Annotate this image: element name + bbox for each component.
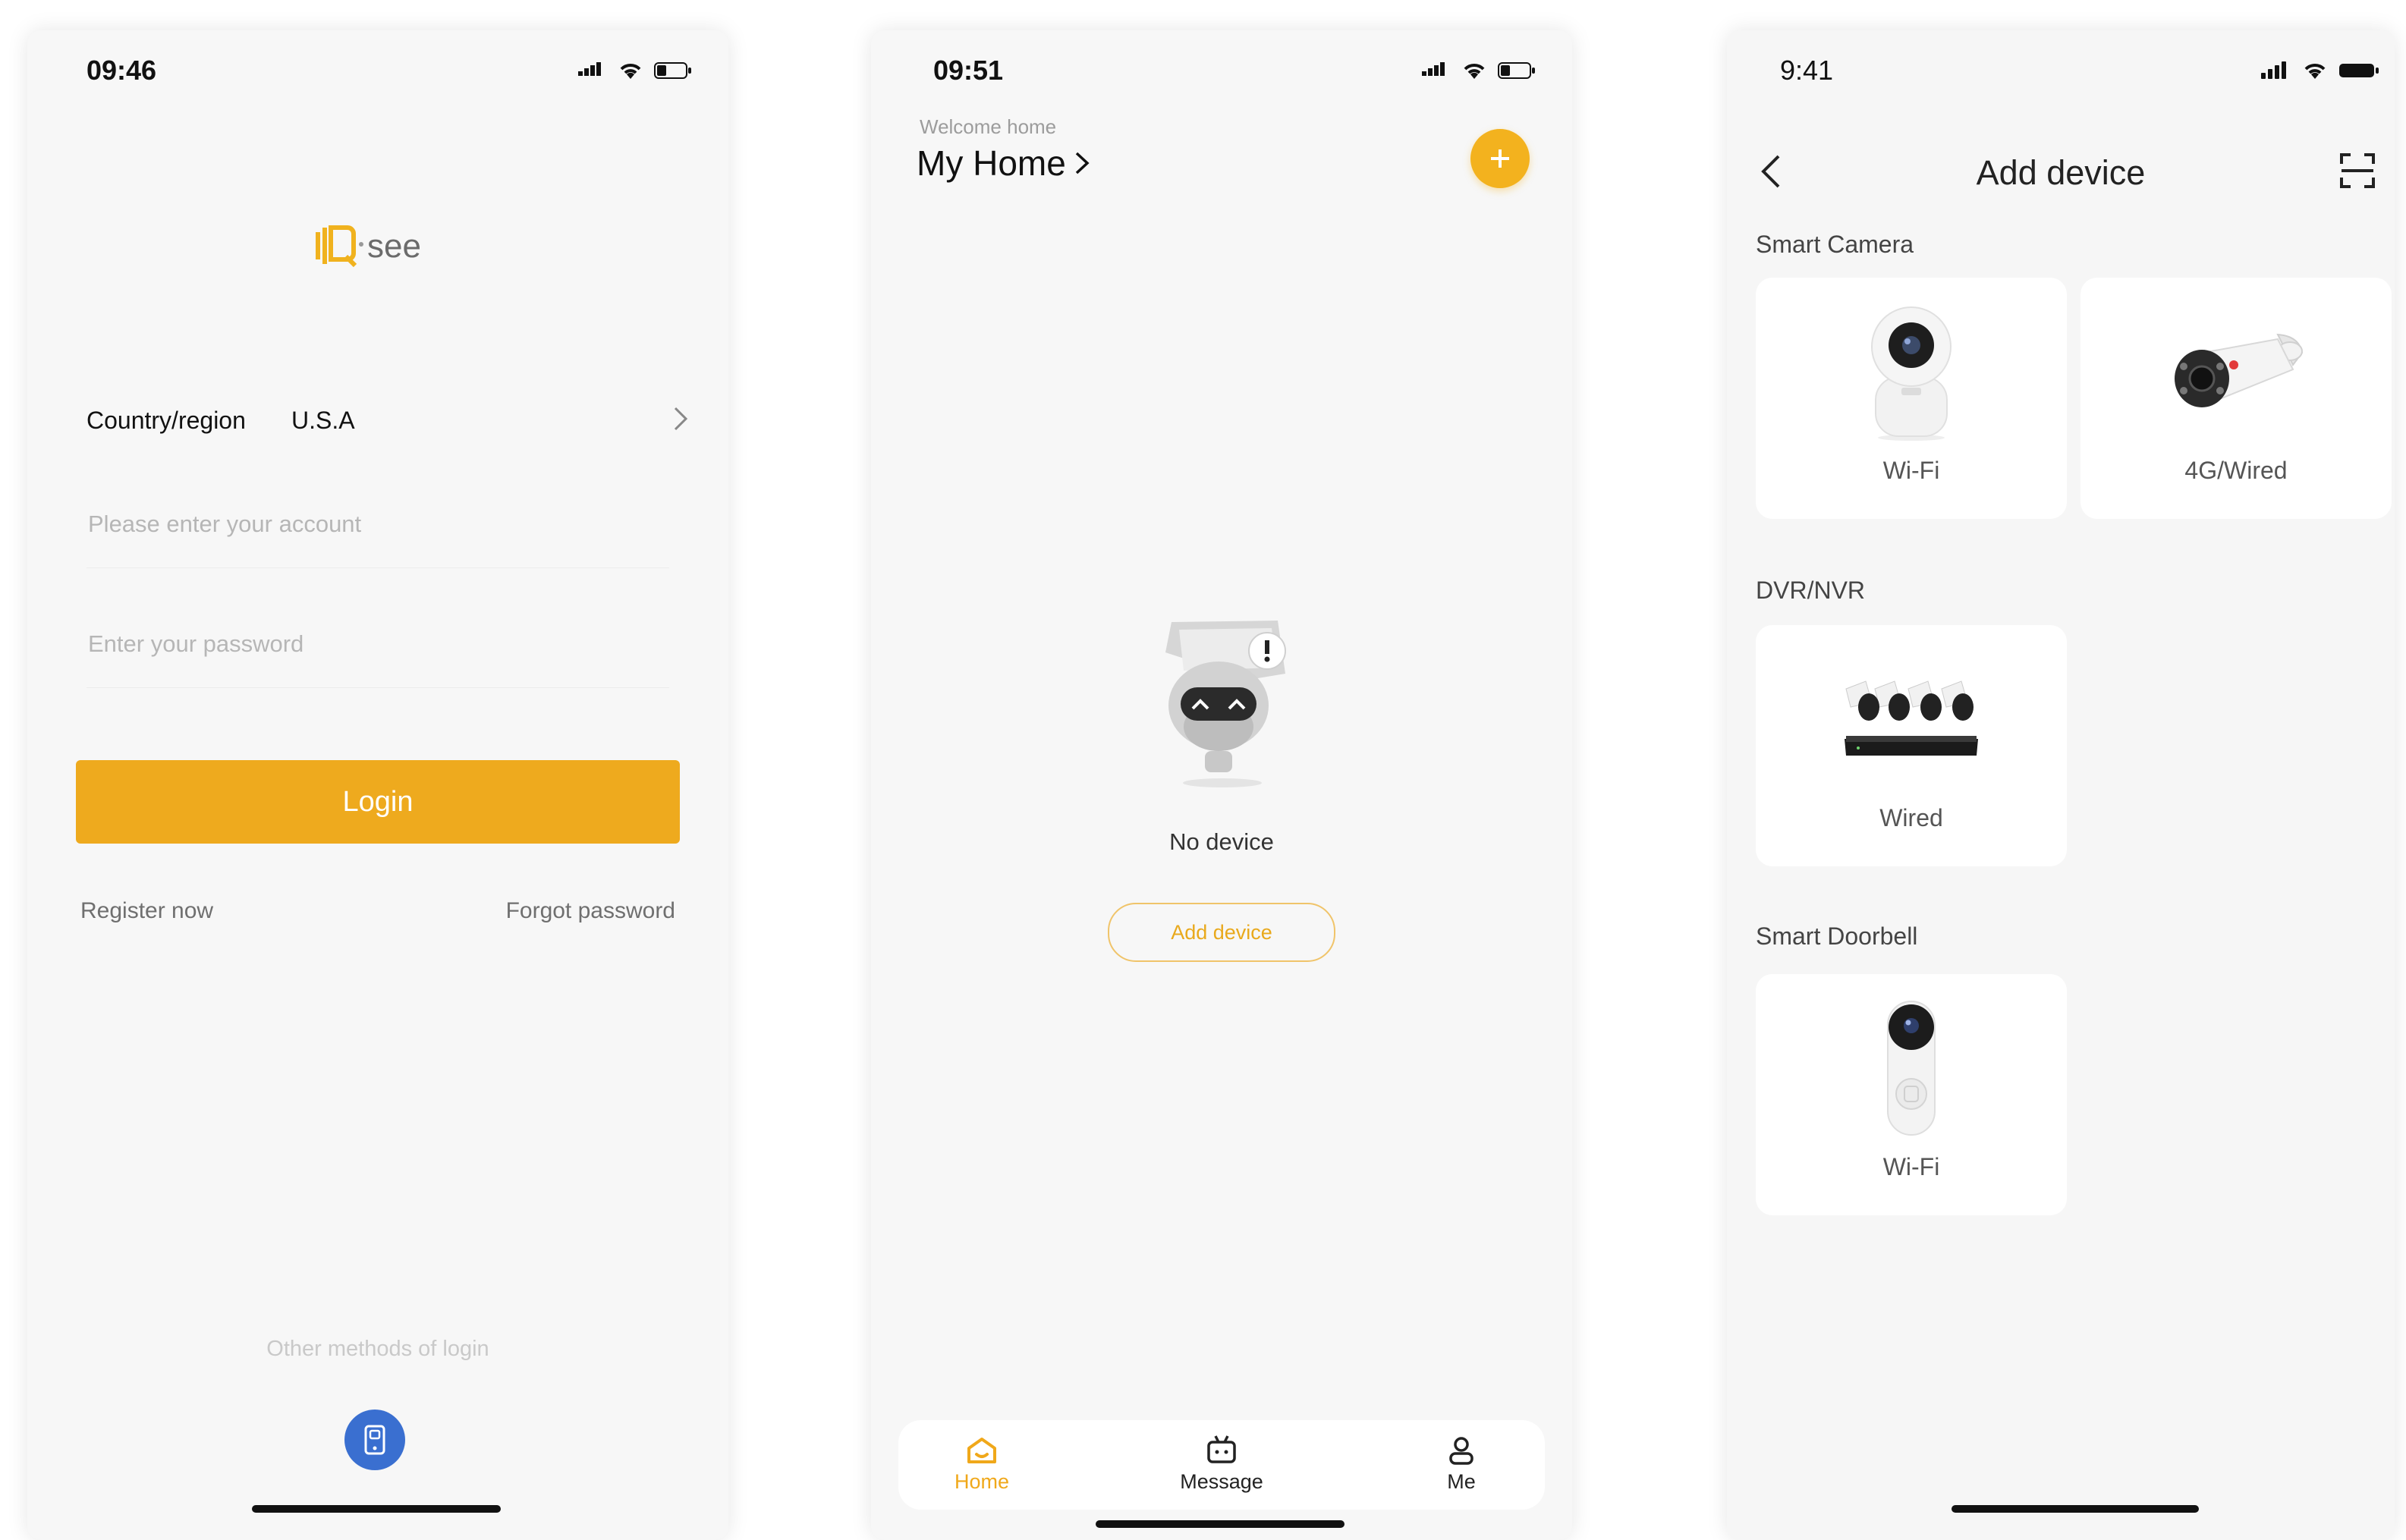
home-screen: 09:51 Welcome home My Home No device Add… (871, 30, 1572, 1540)
password-field (86, 611, 672, 688)
scan-icon[interactable] (2338, 152, 2376, 190)
device-card-wifi-camera[interactable]: Wi-Fi (1756, 278, 2067, 519)
tab-message-label: Message (1180, 1470, 1263, 1493)
alternate-login-button[interactable] (344, 1410, 405, 1470)
section-title-smart-doorbell: Smart Doorbell (1756, 922, 1918, 950)
country-value: U.S.A (291, 407, 355, 434)
login-screen: 09:46 see Country/region U.S.A Login Reg… (27, 30, 728, 1540)
wifi-icon (620, 64, 641, 79)
section-title-smart-camera: Smart Camera (1756, 231, 1914, 258)
status-time: 09:46 (86, 55, 157, 86)
dvr-kit-icon (1845, 680, 1978, 756)
account-field (86, 492, 672, 568)
nav-bar: Add device (1727, 137, 2395, 205)
phone-login-icon (364, 1425, 385, 1455)
page-title: Add device (1976, 153, 2146, 192)
logo-text: see (367, 228, 421, 265)
battery-icon (654, 62, 691, 79)
register-link[interactable]: Register now (80, 898, 213, 924)
message-icon (1207, 1435, 1236, 1463)
add-device-screen: 9:41 Add device Smart Camera Wi-Fi 4G/Wi… (1727, 30, 2395, 1540)
no-device-text: No device (1169, 828, 1274, 855)
card-label: Wired (1879, 804, 1943, 831)
bullet-camera-icon (2175, 333, 2304, 407)
qsee-logo: see (316, 212, 445, 281)
wifi-icon (2304, 64, 2326, 79)
tab-home-label: Home (954, 1470, 1010, 1493)
home-icon (967, 1438, 996, 1463)
battery-icon (2339, 64, 2379, 77)
forgot-password-link[interactable]: Forgot password (506, 898, 675, 924)
status-bar: 09:51 (871, 30, 1572, 114)
password-input[interactable] (86, 630, 672, 658)
card-label: Wi-Fi (1882, 1153, 1940, 1180)
doorbell-icon (1887, 1001, 1936, 1136)
tab-home[interactable]: Home (914, 1431, 1050, 1494)
login-button[interactable]: Login (76, 760, 680, 844)
section-title-dvr-nvr: DVR/NVR (1756, 577, 1866, 604)
battery-icon (1498, 62, 1535, 79)
person-icon (1449, 1437, 1473, 1465)
tab-me-label: Me (1447, 1470, 1476, 1493)
status-time: 09:51 (933, 55, 1004, 86)
tab-message[interactable]: Message (1153, 1431, 1290, 1494)
tab-me[interactable]: Me (1393, 1431, 1530, 1494)
home-selector[interactable]: My Home (917, 143, 1090, 184)
add-device-button[interactable]: Add device (1108, 903, 1335, 962)
card-label: 4G/Wired (2184, 457, 2288, 484)
home-indicator (1096, 1520, 1345, 1528)
device-card-4g-wired-camera[interactable]: 4G/Wired (2080, 278, 2392, 519)
signal-icon (1422, 62, 1445, 76)
account-input[interactable] (86, 510, 672, 539)
wifi-icon (1464, 64, 1485, 79)
chevron-right-icon (674, 407, 688, 431)
plus-icon (1491, 149, 1509, 168)
card-label: Wi-Fi (1882, 457, 1940, 484)
home-indicator (1952, 1505, 2199, 1513)
status-bar: 9:41 (1727, 30, 2395, 114)
empty-state-robot-illustration (1135, 607, 1310, 797)
indoor-camera-icon (1871, 306, 1952, 441)
other-login-methods-label: Other methods of login (266, 1337, 489, 1361)
country-region-row[interactable]: Country/region U.S.A (86, 387, 690, 455)
device-card-wifi-doorbell[interactable]: Wi-Fi (1756, 974, 2067, 1215)
signal-icon (2261, 61, 2286, 79)
country-label: Country/region (86, 407, 246, 434)
home-indicator (252, 1505, 501, 1513)
chevron-right-icon (1075, 152, 1090, 174)
home-title: My Home (917, 143, 1066, 183)
status-bar: 09:46 (27, 30, 728, 114)
bottom-tab-bar: Home Message Me (898, 1420, 1545, 1510)
device-card-wired-dvr[interactable]: Wired (1756, 625, 2067, 866)
status-time: 9:41 (1780, 55, 1834, 86)
welcome-text: Welcome home (920, 115, 1057, 138)
add-button[interactable] (1470, 129, 1530, 188)
signal-icon (578, 62, 601, 76)
